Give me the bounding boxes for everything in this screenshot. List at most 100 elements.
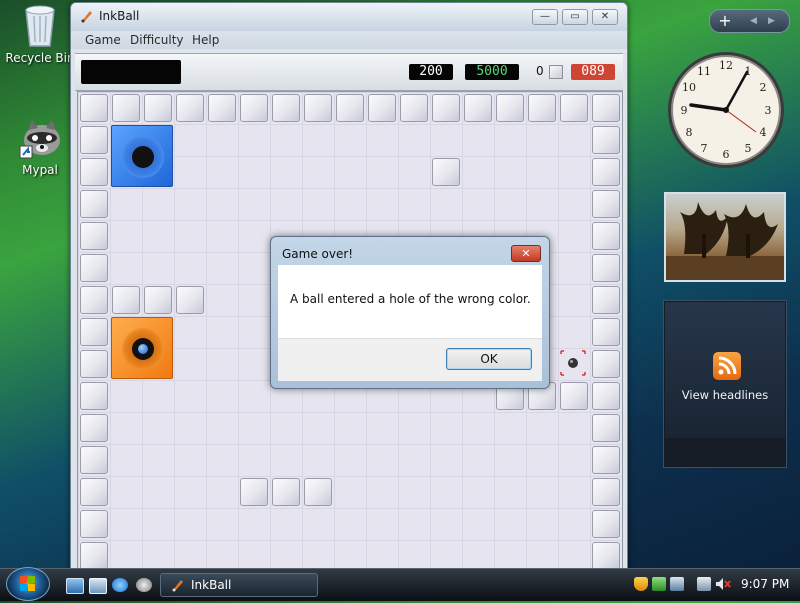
menu-bar: Game Difficulty Help: [71, 31, 627, 49]
wall-tile: [560, 94, 588, 122]
windows-update-icon[interactable]: [652, 577, 666, 591]
wall-tile: [592, 222, 620, 250]
ball-icon: [549, 65, 563, 79]
wall-tile: [112, 94, 140, 122]
wall-tile: [80, 158, 108, 186]
wall-tile: [80, 382, 108, 410]
wall-tile: [80, 350, 108, 378]
wall-tile: [336, 94, 364, 122]
wall-tile: [592, 94, 620, 122]
blue-hole: [111, 125, 173, 187]
volume-muted-icon[interactable]: [715, 577, 731, 591]
status-bar: 200 5000 0 089: [75, 53, 623, 91]
rss-icon: [713, 352, 741, 380]
mypal-quicklaunch-icon[interactable]: [136, 578, 152, 592]
wall-tile: [592, 446, 620, 474]
inkball-app-icon: [80, 9, 94, 23]
window-title: InkBall: [99, 9, 140, 23]
wall-tile: [80, 126, 108, 154]
svg-text:12: 12: [719, 59, 733, 72]
game-over-dialog: Game over! ✕ A ball entered a hole of th…: [270, 236, 550, 389]
svg-text:4: 4: [760, 126, 767, 139]
menu-difficulty[interactable]: Difficulty: [130, 33, 184, 47]
wall-tile: [272, 94, 300, 122]
feed-panel: View headlines: [665, 302, 785, 438]
mypal-desktop-icon[interactable]: Mypal: [0, 116, 80, 177]
wall-tile: [560, 382, 588, 410]
score-display: 200: [409, 64, 453, 80]
gray-ball: [559, 349, 587, 377]
sidebar-prev-button[interactable]: ◀: [750, 10, 757, 32]
raccoon-icon: [18, 116, 62, 160]
sidebar-controls: + ◀ ▶: [709, 9, 790, 33]
dialog-footer: OK: [278, 338, 542, 381]
minimize-button[interactable]: —: [532, 9, 558, 25]
wall-tile: [240, 94, 268, 122]
blue-ball: [138, 344, 148, 354]
wall-tile: [592, 350, 620, 378]
wall-tile: [80, 478, 108, 506]
svg-text:6: 6: [723, 148, 730, 161]
wall-tile: [272, 478, 300, 506]
taskbar: InkBall 9:07 PM: [0, 567, 800, 601]
svg-text:8: 8: [686, 126, 693, 139]
wall-tile: [592, 158, 620, 186]
svg-text:9: 9: [681, 104, 688, 117]
feed-headlines-gadget[interactable]: View headlines: [663, 300, 787, 468]
clock-gadget[interactable]: 1212 345 678 91011: [664, 48, 788, 172]
wall-tile: [80, 446, 108, 474]
wall-tile: [464, 94, 492, 122]
ball-count: 0: [536, 64, 544, 78]
wall-tile: [592, 542, 620, 570]
title-bar[interactable]: InkBall — ▭ ✕: [71, 3, 627, 31]
wall-tile: [144, 286, 172, 314]
view-headlines-link[interactable]: View headlines: [665, 388, 785, 402]
wall-tile: [80, 542, 108, 570]
menu-help[interactable]: Help: [192, 33, 219, 47]
wall-tile: [176, 94, 204, 122]
svg-text:7: 7: [701, 142, 708, 155]
menu-game[interactable]: Game: [85, 33, 121, 47]
wall-tile: [432, 158, 460, 186]
recycle-bin-label: Recycle Bin: [5, 51, 75, 65]
close-button[interactable]: ✕: [592, 9, 618, 25]
maximize-button[interactable]: ▭: [562, 9, 588, 25]
show-desktop-icon[interactable]: [66, 578, 84, 594]
wall-tile: [304, 478, 332, 506]
internet-explorer-icon[interactable]: [112, 578, 128, 592]
svg-text:5: 5: [745, 142, 752, 155]
wall-tile: [176, 286, 204, 314]
security-shield-icon[interactable]: [634, 577, 648, 591]
wall-tile: [144, 94, 172, 122]
wall-tile: [592, 286, 620, 314]
switch-windows-icon[interactable]: [89, 578, 107, 594]
network-tray-icon[interactable]: [670, 577, 684, 591]
ok-button[interactable]: OK: [446, 348, 532, 370]
connection-tray-icon[interactable]: [697, 577, 711, 591]
windows-logo-icon: [20, 576, 35, 591]
wall-tile: [592, 254, 620, 282]
sidebar-next-button[interactable]: ▶: [768, 10, 775, 32]
dialog-message: A ball entered a hole of the wrong color…: [290, 292, 531, 306]
wall-tile: [80, 318, 108, 346]
taskbar-inkball-button[interactable]: InkBall: [160, 573, 318, 597]
wall-tile: [80, 190, 108, 218]
recycle-bin-desktop-icon[interactable]: Recycle Bin: [0, 2, 80, 65]
wall-tile: [496, 94, 524, 122]
svg-text:11: 11: [697, 65, 711, 78]
wall-tile: [80, 222, 108, 250]
tray-clock[interactable]: 9:07 PM: [741, 577, 789, 591]
dialog-close-button[interactable]: ✕: [511, 245, 541, 262]
wall-tile: [592, 414, 620, 442]
taskbar-inkball-label: InkBall: [191, 578, 232, 592]
wall-tile: [208, 94, 236, 122]
start-button[interactable]: [6, 567, 50, 601]
wall-tile: [592, 190, 620, 218]
wall-tile: [112, 286, 140, 314]
slideshow-gadget[interactable]: [664, 192, 786, 282]
add-gadget-button[interactable]: +: [710, 10, 740, 32]
wall-tile: [400, 94, 428, 122]
ink-meter: [81, 60, 181, 84]
high-score-display: 5000: [465, 64, 519, 80]
wall-tile: [80, 286, 108, 314]
